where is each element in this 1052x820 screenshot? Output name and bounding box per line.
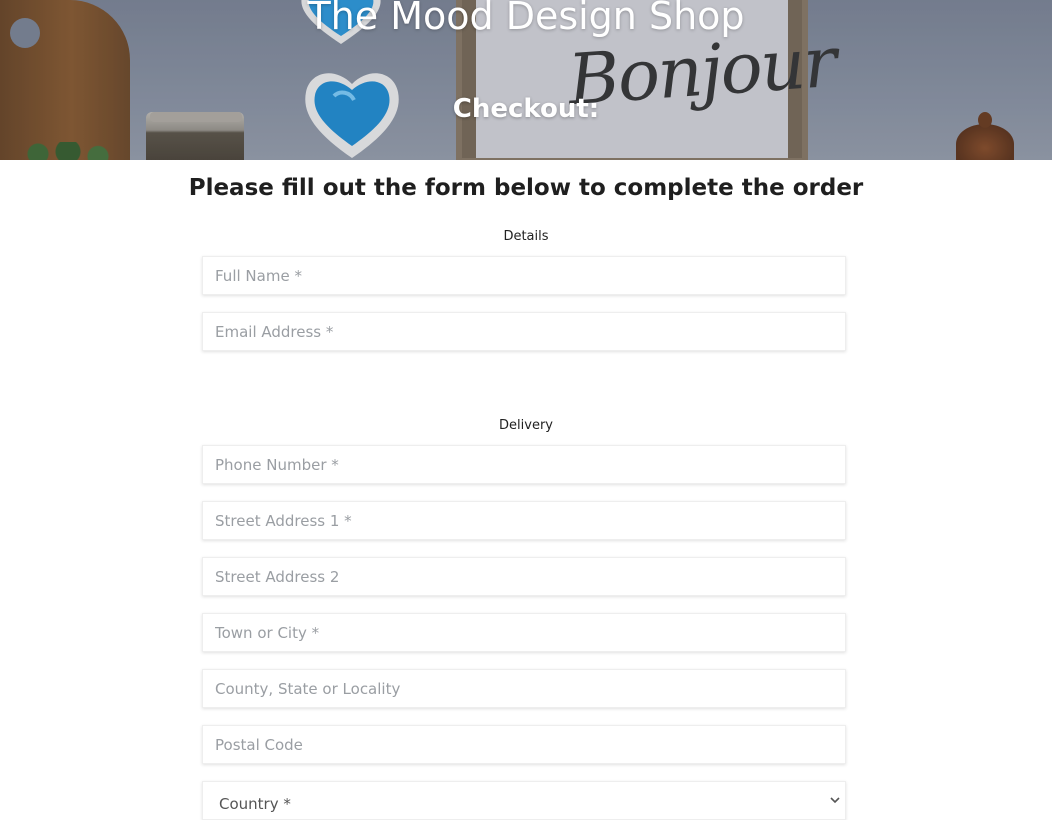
details-section-label: Details xyxy=(503,229,549,244)
site-title: The Mood Design Shop xyxy=(307,0,745,38)
email-field-wrapper xyxy=(202,312,846,351)
delivery-section-label: Delivery xyxy=(499,418,553,433)
street-address-1-input[interactable] xyxy=(203,502,845,539)
form-intro-heading: Please fill out the form below to comple… xyxy=(188,175,864,201)
postal-field-wrapper xyxy=(202,725,846,764)
full-name-field-wrapper xyxy=(202,256,846,295)
street-address-2-input[interactable] xyxy=(203,558,845,595)
phone-field-wrapper xyxy=(202,445,846,484)
country-field-wrapper: Country * xyxy=(202,781,846,820)
street1-field-wrapper xyxy=(202,501,846,540)
postal-code-input[interactable] xyxy=(203,726,845,763)
county-input[interactable] xyxy=(203,670,845,707)
street2-field-wrapper xyxy=(202,557,846,596)
town-field-wrapper xyxy=(202,613,846,652)
full-name-input[interactable] xyxy=(203,257,845,294)
town-city-input[interactable] xyxy=(203,614,845,651)
phone-input[interactable] xyxy=(203,446,845,483)
email-input[interactable] xyxy=(203,313,845,350)
page-subtitle: Checkout: xyxy=(452,94,600,124)
county-field-wrapper xyxy=(202,669,846,708)
country-select[interactable]: Country * xyxy=(203,782,845,819)
hero-banner: Bonjour The Mood Design Shop Checkout: xyxy=(0,0,1052,160)
